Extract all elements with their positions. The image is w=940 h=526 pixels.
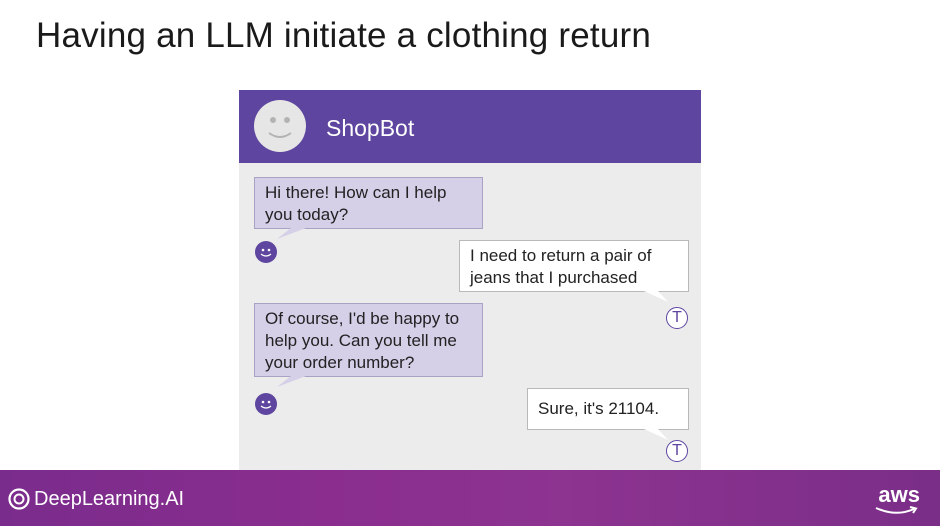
message-text: Of course, I'd be happy to help you. Can… (265, 309, 460, 372)
bubble-tail (277, 228, 306, 239)
bot-avatar-icon (255, 393, 277, 415)
bubble-tail (644, 291, 668, 302)
chat-header: ShopBot (239, 90, 701, 163)
deeplearning-logo: DeepLearning.AI (8, 488, 184, 510)
deeplearning-logo-icon (8, 488, 30, 510)
bot-message-bubble: Of course, I'd be happy to help you. Can… (254, 303, 483, 377)
bubble-tail (277, 376, 306, 387)
aws-logo: aws (878, 482, 920, 507)
chat-window: ShopBot Hi there! How can I help you tod… (239, 90, 701, 470)
bot-message-bubble: Hi there! How can I help you today? (254, 177, 483, 229)
bot-avatar-icon (254, 100, 306, 152)
bot-avatar-icon (255, 241, 277, 263)
message-text: Hi there! How can I help you today? (265, 183, 447, 224)
bot-name: ShopBot (326, 115, 415, 141)
bubble-tail (644, 429, 668, 440)
user-message-bubble: Sure, it's 21104. (527, 388, 689, 430)
aws-smile-icon (875, 506, 918, 514)
user-avatar-icon: T (666, 440, 688, 462)
brand-name: DeepLearning.AI (34, 487, 185, 510)
slide-title: Having an LLM initiate a clothing return (36, 16, 652, 55)
user-message-bubble: I need to return a pair of jeans that I … (459, 240, 689, 292)
message-text: I need to return a pair of jeans that I … (470, 246, 652, 287)
footer-bar: DeepLearning.AI aws (0, 470, 940, 526)
message-text: Sure, it's 21104. (538, 399, 660, 418)
user-avatar-icon: T (666, 307, 688, 329)
